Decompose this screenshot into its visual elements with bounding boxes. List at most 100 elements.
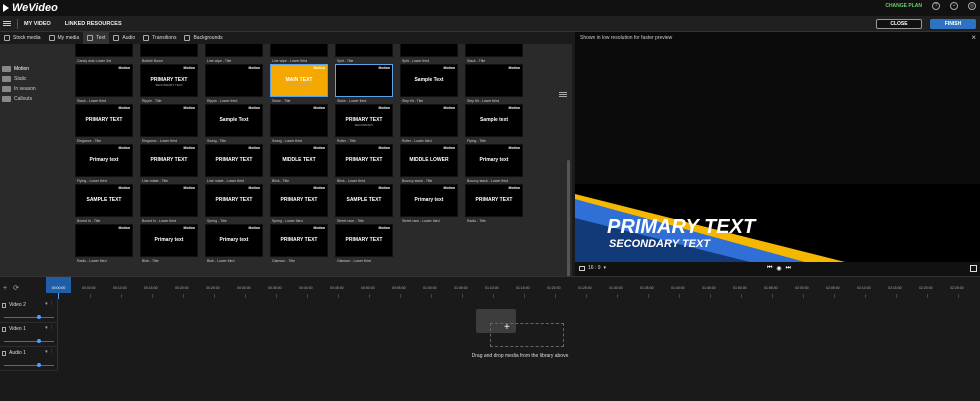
template-caption: Blob - Title <box>142 259 159 263</box>
badge: Motion <box>508 66 520 70</box>
tick-mark <box>431 294 432 298</box>
text-template-item[interactable]: Bubble Boom <box>140 44 198 63</box>
tab-audio[interactable]: Audio <box>109 32 139 44</box>
text-template-item[interactable]: Motion PRIMARY TEXT Line rotate - Title <box>140 144 198 183</box>
finish-button[interactable]: FINISH <box>930 19 976 29</box>
skip-forward-icon[interactable]: ⏭ <box>786 265 791 272</box>
text-template-item[interactable]: Motion MIDDLE TEXT Blink - Title <box>270 144 328 183</box>
playhead-time[interactable]: 00:00:00 <box>46 277 71 293</box>
linked-resources-menu[interactable]: LINKED RESOURCES <box>65 21 122 27</box>
volume-slider[interactable] <box>4 317 54 318</box>
fullscreen-icon[interactable] <box>970 265 977 272</box>
play-icon[interactable]: ◉ <box>776 265 781 272</box>
text-template-item[interactable]: Motion Sample Text Swing - Title <box>205 104 263 143</box>
text-template-item[interactable]: Motion PRIMARY TEXT Spring - Lower third <box>270 184 328 223</box>
text-template-item[interactable]: Motion PRIMARY TEXT Spring - Title <box>205 184 263 223</box>
change-plan-link[interactable]: CHANGE PLAN <box>885 3 922 9</box>
category-motion[interactable]: Motion <box>2 64 68 74</box>
text-template-item[interactable]: Motion Primary text Blob - Lower third <box>205 224 263 263</box>
text-template-item[interactable]: Motion Primary text Street race - Lower th… <box>400 184 458 223</box>
badge: Motion <box>248 66 260 70</box>
hamburger-menu-icon[interactable] <box>3 21 11 26</box>
text-template-item[interactable]: Motion Radio - Lower third <box>75 224 133 263</box>
aspect-ratio-select[interactable]: 16 : 9 ▾ <box>579 265 606 271</box>
bell-icon[interactable]: • <box>950 2 958 10</box>
text-template-item[interactable]: Motion Step tilt - Lower third <box>465 64 523 103</box>
text-template-item[interactable]: Candy dots Lower 3rd <box>75 44 133 63</box>
volume-slider[interactable] <box>4 365 54 366</box>
track-menu-icon[interactable]: ▾ ⋮ <box>45 301 54 307</box>
playhead[interactable] <box>58 293 59 299</box>
text-template-item[interactable]: Motion PRIMARY TEXT SECONDARY TEXT Ripple -… <box>140 64 198 103</box>
template-caption: Flying - Title <box>467 139 486 143</box>
text-template-item[interactable]: Split - Title <box>335 44 393 63</box>
tick-mark <box>338 294 339 298</box>
close-preview-icon[interactable]: × <box>971 33 976 42</box>
text-template-item[interactable]: Motion Roller - Lower third <box>400 104 458 143</box>
text-template-item[interactable]: Motion PRIMARY TEXT Elegance - Title <box>75 104 133 143</box>
preview-title: Primary text <box>479 157 509 163</box>
badge: Motion <box>183 66 195 70</box>
volume-slider[interactable] <box>4 341 54 342</box>
my-video-menu[interactable]: MY VIDEO <box>24 21 51 27</box>
tab-my-media[interactable]: My media <box>45 32 84 44</box>
volume-knob[interactable] <box>37 315 41 319</box>
text-template-item[interactable]: Line wipe - Lower third <box>270 44 328 63</box>
track-audio-1[interactable]: Audio 1 ▾ ⋮ <box>0 347 58 371</box>
volume-knob[interactable] <box>37 363 41 367</box>
drop-hint: Drag and drop media from the library abo… <box>471 353 569 359</box>
text-template-item[interactable]: Motion Swing - Lower third <box>270 104 328 143</box>
text-template-item[interactable]: Motion PRIMARY TEXT Glamour - Lower third <box>335 224 393 263</box>
menu-separator <box>17 18 18 29</box>
text-template-item[interactable]: Motion PRIMARY TEXT Line rotate - Lower th… <box>205 144 263 183</box>
library-tabs: Stock media My media Text Audio Transitions B… <box>0 32 572 44</box>
category-callouts[interactable]: Callouts <box>2 94 68 104</box>
text-template-item[interactable]: Motion PRIMARY TEXT Blink - Lower third <box>335 144 393 183</box>
drop-zone[interactable]: + <box>476 309 566 349</box>
text-template-item[interactable]: Motion SAMPLE TEXT Boxed In - Title <box>75 184 133 223</box>
badge: Motion <box>443 106 455 110</box>
skip-back-icon[interactable]: ⏮ <box>767 265 772 272</box>
text-template-item[interactable]: Motion PRIMARY TEXT Glamour - Title <box>270 224 328 263</box>
loop-icon[interactable]: ⟳ <box>13 284 19 292</box>
tick-mark <box>214 294 215 298</box>
track-video-2[interactable]: Video 2 ▾ ⋮ <box>0 299 58 323</box>
text-template-item[interactable]: Motion Ripple - Lower third <box>205 64 263 103</box>
text-template-item[interactable]: Motion Boxed In - Lower third <box>140 184 198 223</box>
track-video-1[interactable]: Video 1 ▾ ⋮ <box>0 323 58 347</box>
help-icon[interactable]: ? <box>932 2 940 10</box>
tick-mark <box>152 294 153 298</box>
text-template-item[interactable]: Motion Stoke - Lower third <box>335 64 393 103</box>
tab-transitions[interactable]: Transitions <box>139 32 180 44</box>
text-template-item[interactable]: Motion Elegance - Lower third <box>140 104 198 143</box>
tick-mark <box>493 294 494 298</box>
text-template-item[interactable]: Motion MAIN TEXT BOTTOM TEXT Stoke - Title <box>270 64 328 103</box>
text-template-item[interactable]: Line wipe - Title <box>205 44 263 63</box>
text-template-item[interactable]: Motion PRIMARY TEXT Radio - Title <box>465 184 523 223</box>
category-in-season[interactable]: In season <box>2 84 68 94</box>
text-template-item[interactable]: Motion Stack - Lower third <box>75 64 133 103</box>
add-track-icon[interactable]: + <box>3 285 7 292</box>
text-template-item[interactable]: Motion PRIMARY TEXT SECONDARY Roller - Titl… <box>335 104 393 143</box>
category-static[interactable]: Static <box>2 74 68 84</box>
tab-backgrounds[interactable]: Backgrounds <box>180 32 226 44</box>
close-button[interactable]: CLOSE <box>876 19 922 29</box>
volume-knob[interactable] <box>37 339 41 343</box>
tab-text[interactable]: Text <box>83 32 110 44</box>
template-caption: Street race - Lower third <box>402 219 440 223</box>
text-template-item[interactable]: Motion MIDDLE LOWER Bouncy stack - Title <box>400 144 458 183</box>
text-template-item[interactable]: Motion Sample Text Step tilt - Title <box>400 64 458 103</box>
tab-stock-media[interactable]: Stock media <box>0 32 45 44</box>
user-icon[interactable]: ◎ <box>968 2 976 10</box>
text-template-item[interactable]: Motion SAMPLE TEXT Street race - Title <box>335 184 393 223</box>
text-template-item[interactable]: Motion Sample text Flying - Title <box>465 104 523 143</box>
text-template-item[interactable]: Motion Primary text Bouncy stack - Lower t… <box>465 144 523 183</box>
text-template-item[interactable]: Motion Primary text Blob - Title <box>140 224 198 263</box>
time-tick: 00:50:00 <box>361 286 375 290</box>
text-template-item[interactable]: YOURStack - Title <box>465 44 523 63</box>
time-ruler[interactable]: 00:00:00 00:10:00 00:15:00 00:20:00 00:25:00… <box>72 283 980 299</box>
wevideo-logo[interactable]: WeVideo <box>3 2 58 14</box>
track-menu-icon[interactable]: ▾ ⋮ <box>45 325 54 331</box>
text-template-item[interactable]: Split - Lower third <box>400 44 458 63</box>
text-template-item[interactable]: Motion Primary text Flying - Lower third <box>75 144 133 183</box>
